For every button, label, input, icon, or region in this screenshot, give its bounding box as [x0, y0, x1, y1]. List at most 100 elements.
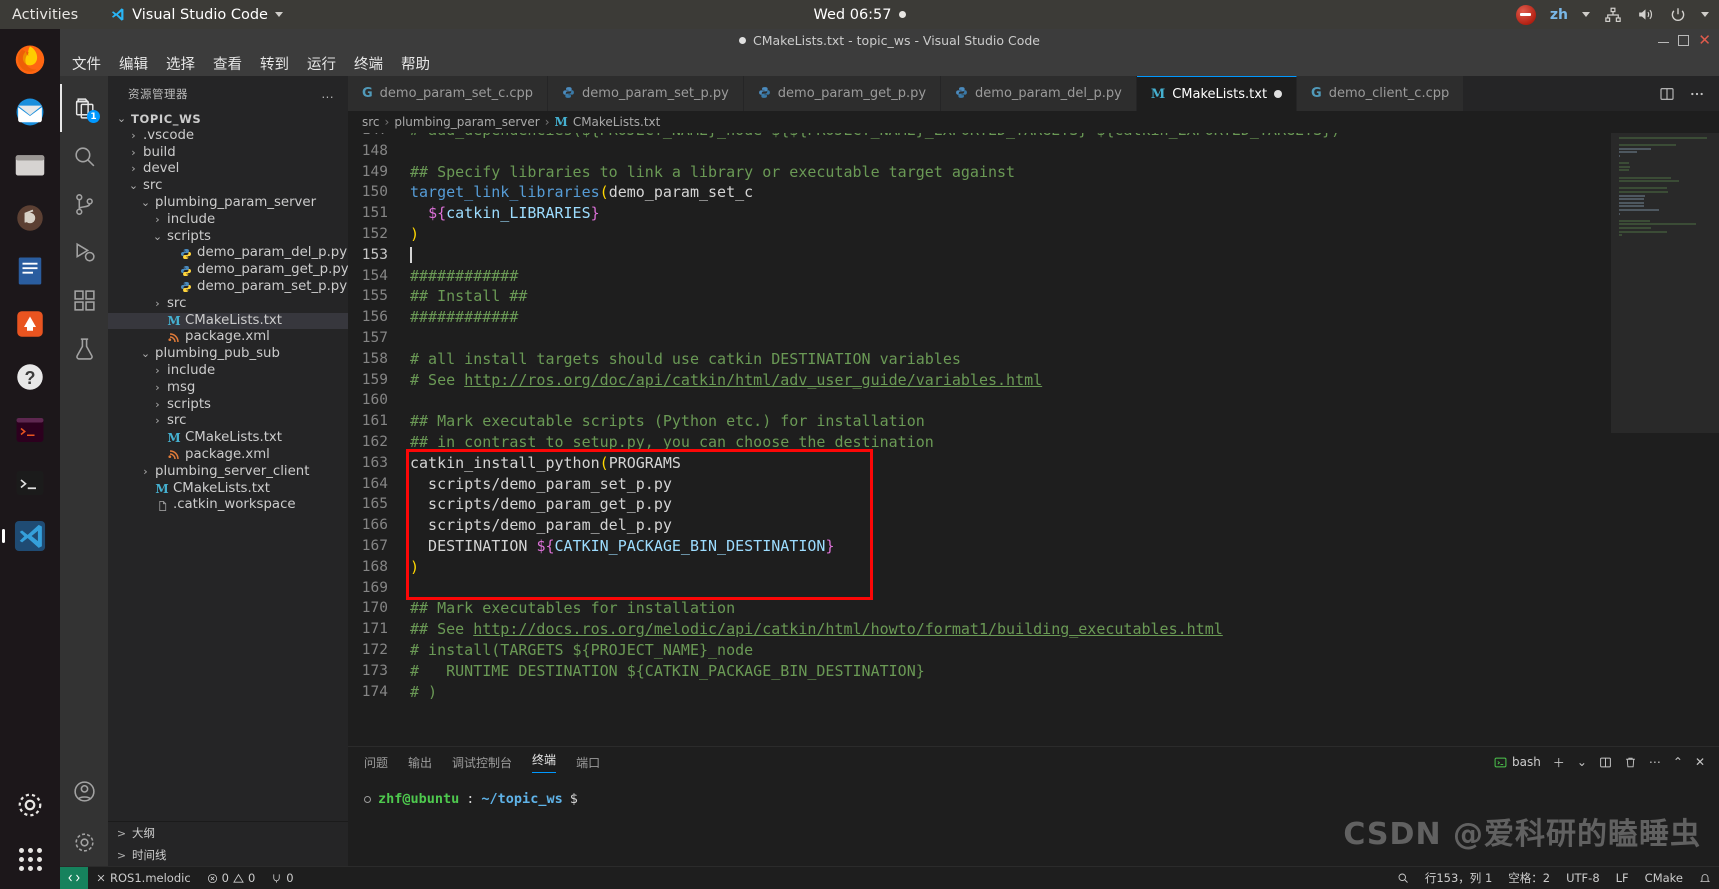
files-icon[interactable] — [8, 143, 52, 187]
code-line[interactable]: 168) — [348, 557, 1611, 578]
status-cursor-position[interactable]: 行153，列 1 — [1417, 870, 1500, 886]
menu-selection[interactable]: 选择 — [166, 53, 195, 74]
do-not-disturb-icon[interactable] — [1515, 4, 1536, 25]
tree-item-package-xml[interactable]: package.xml — [108, 329, 348, 346]
tree-item-scripts[interactable]: ⌄ scripts — [108, 229, 348, 246]
tree-item-package-xml[interactable]: package.xml — [108, 447, 348, 464]
tree-item-plumbing-param-server[interactable]: ⌄ plumbing_param_server — [108, 195, 348, 212]
status-problems[interactable]: 0 0 — [199, 871, 264, 885]
tree-item-cmakelists-txt[interactable]: M CMakeLists.txt — [108, 481, 348, 498]
status-search-icon[interactable] — [1389, 872, 1417, 884]
panel-tab-0[interactable]: 问题 — [364, 754, 388, 771]
activities-button[interactable]: Activities — [12, 7, 78, 23]
code-content[interactable]: 147 # add_dependencies(${PROJECT_NAME}_no… — [348, 133, 1611, 746]
status-ports[interactable]: 0 — [263, 871, 301, 885]
tree-item--catkin-workspace[interactable]: .catkin_workspace — [108, 497, 348, 514]
panel-tab-1[interactable]: 输出 — [408, 754, 432, 771]
firefox-icon[interactable] — [8, 37, 52, 81]
thunderbird-icon[interactable] — [8, 90, 52, 134]
code-line[interactable]: 171 ## See http://docs.ros.org/melodic/ap… — [348, 619, 1611, 640]
tree-item-demo-param-set-p-py[interactable]: demo_param_set_p.py — [108, 279, 348, 296]
code-line[interactable]: 156 ############ — [348, 307, 1611, 328]
editor-tab-cmakelists-txt[interactable]: M CMakeLists.txt — [1136, 76, 1298, 111]
menu-edit[interactable]: 编辑 — [119, 53, 148, 74]
status-ros-distro[interactable]: ROS1.melodic — [88, 871, 199, 885]
code-line[interactable]: 158 # all install targets should use catk… — [348, 349, 1611, 370]
code-line[interactable]: 164 scripts/demo_param_set_p.py — [348, 474, 1611, 495]
chevron-down-icon[interactable] — [1701, 12, 1709, 17]
code-line[interactable]: 161 ## Mark executable scripts (Python et… — [348, 411, 1611, 432]
code-line[interactable]: 172 # install(TARGETS ${PROJECT_NAME}_nod… — [348, 640, 1611, 661]
menu-run[interactable]: 运行 — [307, 53, 336, 74]
power-icon[interactable] — [1669, 6, 1687, 24]
breadcrumb-item-file[interactable]: CMakeLists.txt — [573, 115, 661, 129]
code-line[interactable]: 159 # See http://ros.org/doc/api/catkin/h… — [348, 370, 1611, 391]
tree-item-devel[interactable]: › devel — [108, 161, 348, 178]
menu-go[interactable]: 转到 — [260, 53, 289, 74]
activitybar-item-explorer[interactable]: 1 — [60, 84, 108, 132]
breadcrumb-item-src[interactable]: src — [362, 115, 380, 129]
volume-icon[interactable] — [1636, 5, 1655, 24]
file-tree[interactable]: ⌄ TOPIC_WS › .vscode › build › devel ⌄ src ⌄ plumbi… — [108, 111, 348, 821]
tree-item-cmakelists-txt[interactable]: M CMakeLists.txt — [108, 312, 348, 330]
minimap[interactable] — [1611, 133, 1719, 746]
activitybar-item-run-debug[interactable] — [60, 228, 108, 276]
breadcrumb-item-package[interactable]: plumbing_param_server — [394, 115, 539, 129]
panel-tab-3[interactable]: 终端 — [532, 751, 557, 773]
code-line[interactable]: 174 # ) — [348, 682, 1611, 703]
activitybar-item-source-control[interactable] — [60, 180, 108, 228]
tree-item-plumbing-pub-sub[interactable]: ⌄ plumbing_pub_sub — [108, 346, 348, 363]
more-actions-icon[interactable] — [1689, 86, 1705, 102]
ubuntu-software-icon[interactable] — [8, 302, 52, 346]
panel-tab-4[interactable]: 端口 — [576, 754, 600, 771]
terminal-body[interactable]: zhf@ubuntu: ~/topic_ws $ — [348, 777, 1719, 866]
code-line[interactable]: 152) — [348, 224, 1611, 245]
terminal-icon-1[interactable] — [8, 408, 52, 452]
code-line[interactable]: 147 # add_dependencies(${PROJECT_NAME}_no… — [348, 133, 1611, 141]
active-app-menu[interactable]: Visual Studio Code — [110, 7, 283, 23]
editor-tab-demo-param-set-p-py[interactable]: demo_param_set_p.py — [548, 76, 744, 111]
split-editor-icon[interactable] — [1659, 86, 1675, 102]
tree-item-plumbing-server-client[interactable]: › plumbing_server_client — [108, 464, 348, 481]
editor-tab-demo-client-c-cpp[interactable]: Gdemo_client_c.cpp — [1297, 76, 1465, 111]
menu-help[interactable]: 帮助 — [401, 53, 430, 74]
more-icon[interactable]: ⋯ — [1649, 755, 1661, 769]
menu-file[interactable]: 文件 — [72, 53, 101, 74]
explorer-more-icon[interactable]: ... — [322, 87, 334, 101]
code-line[interactable]: 154 ############ — [348, 266, 1611, 287]
editor-tab-demo-param-del-p-py[interactable]: demo_param_del_p.py — [941, 76, 1137, 111]
remote-indicator-icon[interactable] — [60, 866, 88, 889]
tree-item-include[interactable]: › include — [108, 212, 348, 229]
tree-item-include[interactable]: › include — [108, 363, 348, 380]
tree-item-msg[interactable]: › msg — [108, 380, 348, 397]
minimize-button[interactable] — [1658, 37, 1670, 43]
terminal-icon-2[interactable] — [8, 461, 52, 505]
text-editor[interactable]: 147 # add_dependencies(${PROJECT_NAME}_no… — [348, 133, 1719, 746]
tree-item-src[interactable]: › src — [108, 296, 348, 313]
close-button[interactable]: ✕ — [1698, 32, 1711, 47]
vscode-icon[interactable] — [8, 514, 52, 558]
tree-item-scripts[interactable]: › scripts — [108, 397, 348, 414]
code-line[interactable]: 148 — [348, 141, 1611, 162]
code-line[interactable]: 170 ## Mark executables for installation — [348, 598, 1611, 619]
show-applications-icon[interactable] — [8, 837, 52, 881]
settings-gear-icon[interactable] — [8, 783, 52, 827]
code-line[interactable]: 162 ## in contrast to setup.py, you can c… — [348, 432, 1611, 453]
chevron-down-icon[interactable] — [1582, 12, 1590, 17]
breadcrumb[interactable]: src › plumbing_param_server › M CMakeLis… — [348, 111, 1719, 133]
editor-tab-demo-param-set-c-cpp[interactable]: Gdemo_param_set_c.cpp — [348, 76, 549, 111]
tree-item-cmakelists-txt[interactable]: M CMakeLists.txt — [108, 430, 348, 447]
editor-tabs[interactable]: Gdemo_param_set_c.cpp demo_param_set_p.py… — [348, 76, 1719, 111]
terminal-shell-selector[interactable]: bash — [1494, 755, 1541, 769]
split-terminal-icon[interactable] — [1599, 756, 1612, 769]
tree-item-topic-ws[interactable]: ⌄ TOPIC_WS — [108, 111, 348, 128]
code-line[interactable]: 153 — [348, 245, 1611, 266]
activitybar-item-testing[interactable] — [60, 324, 108, 372]
code-line[interactable]: 149 ## Specify libraries to link a librar… — [348, 162, 1611, 183]
editor-tab-demo-param-get-p-py[interactable]: demo_param_get_p.py — [743, 76, 942, 111]
code-line[interactable]: 151 ${catkin_LIBRARIES} — [348, 203, 1611, 224]
activitybar-item-extensions[interactable] — [60, 276, 108, 324]
tree-item-build[interactable]: › build — [108, 145, 348, 162]
status-encoding[interactable]: UTF-8 — [1558, 871, 1608, 885]
status-indentation[interactable]: 空格：2 — [1500, 870, 1558, 886]
